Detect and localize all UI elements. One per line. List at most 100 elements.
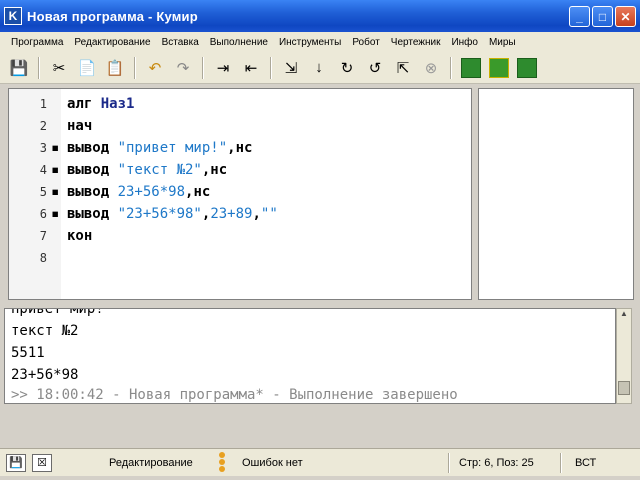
step-icon[interactable]: ↓: [306, 55, 332, 81]
code-line[interactable]: 7 кон: [9, 225, 471, 247]
status-separator: [448, 453, 450, 473]
code-token: 23+56*98: [117, 184, 186, 200]
indent-marker: ▪: [51, 206, 60, 222]
menu-robot[interactable]: Робот: [349, 37, 387, 48]
code-line[interactable]: 4 ▪ вывод "текст №2",нс: [9, 159, 471, 181]
copy-icon[interactable]: 📄: [74, 55, 100, 81]
stop-icon[interactable]: ⊗: [418, 55, 444, 81]
cursor-position: Стр: 6, Поз: 25: [459, 457, 534, 469]
indent-marker: ▪: [51, 184, 60, 200]
menu-program[interactable]: Программа: [8, 37, 71, 48]
save-icon[interactable]: 💾: [6, 55, 32, 81]
code-line[interactable]: 1 алг Наз1: [9, 93, 471, 115]
menu-bar: Программа Редактирование Вставка Выполне…: [0, 32, 640, 52]
code-line[interactable]: 8: [9, 247, 471, 269]
drawer-icon[interactable]: [514, 55, 540, 81]
code-token: ,нс: [227, 140, 253, 156]
code-text: вывод "текст №2",нс: [67, 162, 227, 178]
code-line[interactable]: 2 нач: [9, 115, 471, 137]
code-token: алг: [67, 96, 101, 112]
side-pane[interactable]: [478, 88, 634, 300]
code-token: ,нс: [201, 162, 228, 178]
line-number: 5: [39, 185, 47, 199]
line-number: 4: [39, 163, 47, 177]
code-text: вывод 23+56*98,нс: [67, 184, 210, 200]
unindent-icon[interactable]: ⇤: [238, 55, 264, 81]
code-token: "23+56*98": [117, 206, 202, 222]
code-text: алг Наз1: [67, 96, 134, 112]
robot-world-icon[interactable]: [458, 55, 484, 81]
title-bar[interactable]: K Новая программа - Кумир _ □ ✕: [0, 0, 640, 32]
toolbar-separator: [270, 56, 272, 79]
step-out-icon[interactable]: ↺: [362, 55, 388, 81]
maximize-button[interactable]: □: [592, 6, 613, 27]
line-number: 2: [39, 119, 47, 133]
menu-tools[interactable]: Инструменты: [276, 37, 349, 48]
code-token: "привет мир!": [117, 140, 228, 156]
code-text: вывод "23+56*98",23+89,"": [67, 206, 278, 222]
output-panel[interactable]: привет мир! текст №2 5511 23+56*98 >> 18…: [4, 308, 616, 404]
indent-marker: ▪: [51, 162, 60, 178]
output-scrollbar[interactable]: ▲: [616, 308, 632, 404]
step-into-icon[interactable]: ↻: [334, 55, 360, 81]
code-token: 23+89: [210, 206, 253, 222]
status-bar: 💾 ☒ Редактирование Ошибок нет Стр: 6, По…: [0, 448, 640, 476]
code-token: ,: [252, 206, 261, 222]
minimize-button[interactable]: _: [569, 6, 590, 27]
output-line: 5511: [11, 345, 45, 361]
insert-mode-label: ВСТ: [575, 457, 597, 469]
editor-area: 1 алг Наз1 2 нач 3 ▪ вывод "привет мир!",нс 4 ▪ в…: [4, 86, 636, 302]
output-line: текст №2: [11, 323, 79, 339]
toolbar-separator: [134, 56, 136, 79]
line-number: 7: [39, 229, 47, 243]
step-back-icon[interactable]: ⇱: [390, 55, 416, 81]
code-token: Наз1: [100, 96, 135, 112]
close-status-icon[interactable]: ☒: [32, 453, 52, 472]
code-token: кон: [67, 228, 93, 244]
app-icon: K: [4, 7, 22, 25]
traffic-light-icon: [219, 452, 227, 474]
menu-drawer[interactable]: Чертежник: [388, 37, 449, 48]
line-number: 6: [39, 207, 47, 221]
close-button[interactable]: ✕: [615, 6, 636, 27]
toolbar-separator: [202, 56, 204, 79]
scroll-up-icon[interactable]: ▲: [617, 309, 631, 323]
code-line[interactable]: 5 ▪ вывод 23+56*98,нс: [9, 181, 471, 203]
indent-icon[interactable]: ⇥: [210, 55, 236, 81]
indent-marker: ▪: [51, 140, 60, 156]
line-number: 3: [39, 141, 47, 155]
code-text: нач: [67, 118, 92, 134]
run-icon[interactable]: ⇲: [278, 55, 304, 81]
code-token: вывод: [67, 184, 118, 200]
menu-worlds[interactable]: Миры: [486, 37, 524, 48]
code-token: "текст №2": [117, 162, 202, 178]
toolbar-separator: [450, 56, 452, 79]
line-number: 1: [39, 97, 47, 111]
status-separator: [560, 453, 562, 473]
paste-icon[interactable]: 📋: [102, 55, 128, 81]
code-line[interactable]: 3 ▪ вывод "привет мир!",нс: [9, 137, 471, 159]
code-token: ,нс: [185, 184, 211, 200]
toolbar-separator: [38, 56, 40, 79]
mode-label: Редактирование: [109, 457, 193, 469]
menu-info[interactable]: Инфо: [448, 37, 486, 48]
code-token: вывод: [67, 162, 118, 178]
output-line: 23+56*98: [11, 367, 79, 383]
robot-icon[interactable]: [486, 55, 512, 81]
code-editor[interactable]: 1 алг Наз1 2 нач 3 ▪ вывод "привет мир!",нс 4 ▪ в…: [8, 88, 472, 300]
window-title: Новая программа - Кумир: [27, 8, 198, 24]
output-status-line: >> 18:00:42 - Новая программа* - Выполне…: [11, 387, 458, 403]
code-line[interactable]: 6 ▪ вывод "23+56*98",23+89,"": [9, 203, 471, 225]
menu-edit[interactable]: Редактирование: [71, 37, 158, 48]
cut-icon[interactable]: ✂: [46, 55, 72, 81]
save-status-icon[interactable]: 💾: [6, 453, 26, 472]
undo-icon[interactable]: ↶: [142, 55, 168, 81]
code-token: нач: [67, 118, 93, 134]
menu-insert[interactable]: Вставка: [159, 37, 207, 48]
redo-icon[interactable]: ↷: [170, 55, 196, 81]
scroll-thumb[interactable]: [618, 381, 630, 395]
panel-divider: [4, 404, 632, 440]
output-line: привет мир!: [11, 308, 104, 317]
code-text: кон: [67, 228, 92, 244]
menu-run[interactable]: Выполнение: [207, 37, 276, 48]
